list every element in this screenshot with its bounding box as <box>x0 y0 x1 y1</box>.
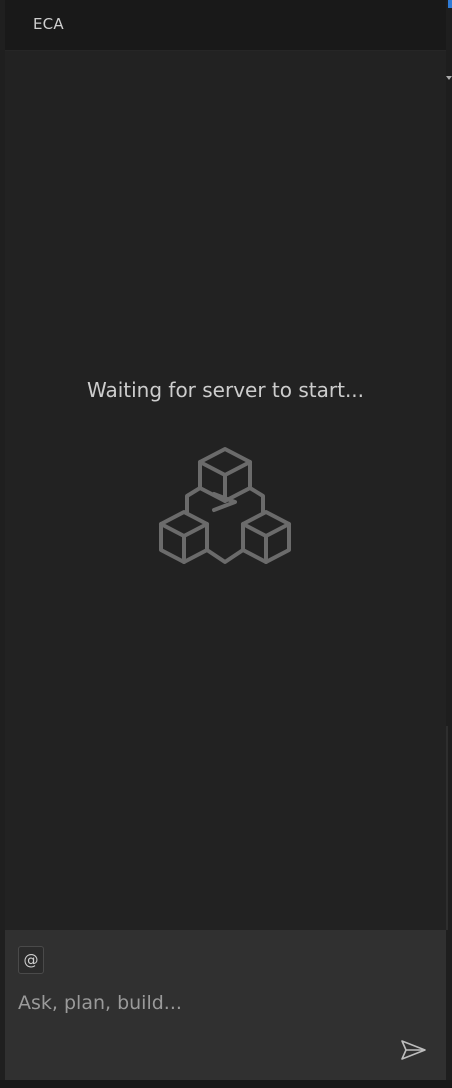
panel-title: ECA <box>33 15 64 33</box>
prompt-input[interactable] <box>18 988 398 1018</box>
chat-composer: @ <box>5 930 446 1080</box>
server-status-message: Waiting for server to start... <box>86 378 365 402</box>
chat-area: Waiting for server to start... <box>5 51 446 930</box>
status-bar-strip <box>0 1080 452 1088</box>
eca-logo-icon <box>159 447 291 564</box>
panel-header: ECA <box>5 0 446 51</box>
sash-divider[interactable] <box>446 726 448 930</box>
scroll-caret-icon[interactable] <box>446 76 452 80</box>
active-indicator <box>448 0 452 8</box>
mention-button[interactable]: @ <box>18 946 44 974</box>
eca-panel: ECA Waiting for server to start... @ <box>0 0 452 1088</box>
send-icon[interactable] <box>398 1036 428 1064</box>
